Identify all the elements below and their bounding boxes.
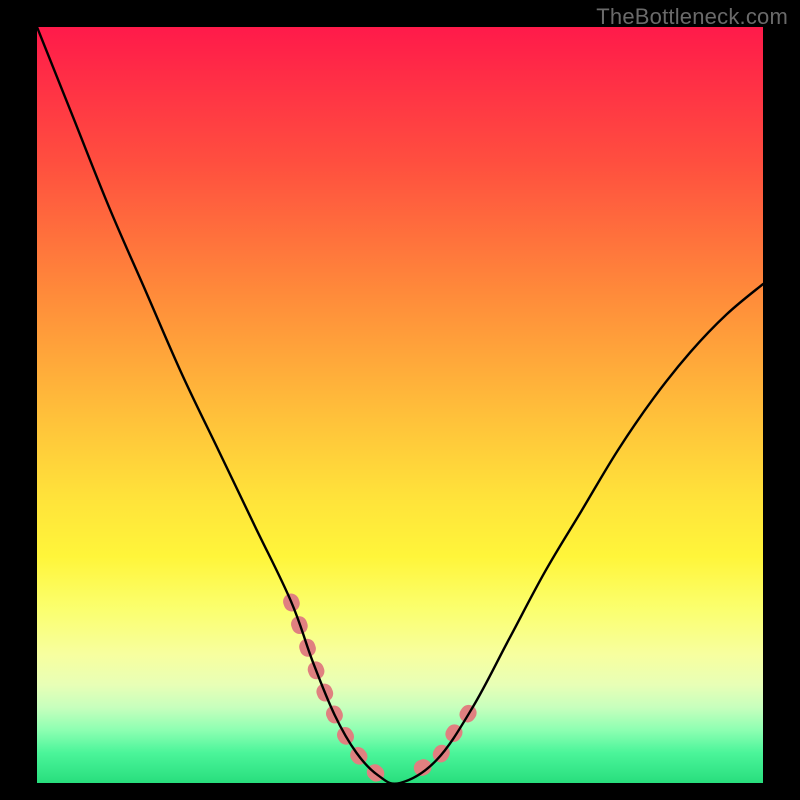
watermark-text: TheBottleneck.com [596,4,788,30]
chart-frame: TheBottleneck.com [0,0,800,800]
highlight-left-descent [291,602,378,776]
curve-path [37,27,763,783]
highlight-right-ascent [422,707,473,767]
plot-area [37,27,763,783]
main-curve [37,27,763,783]
chart-svg [37,27,763,783]
